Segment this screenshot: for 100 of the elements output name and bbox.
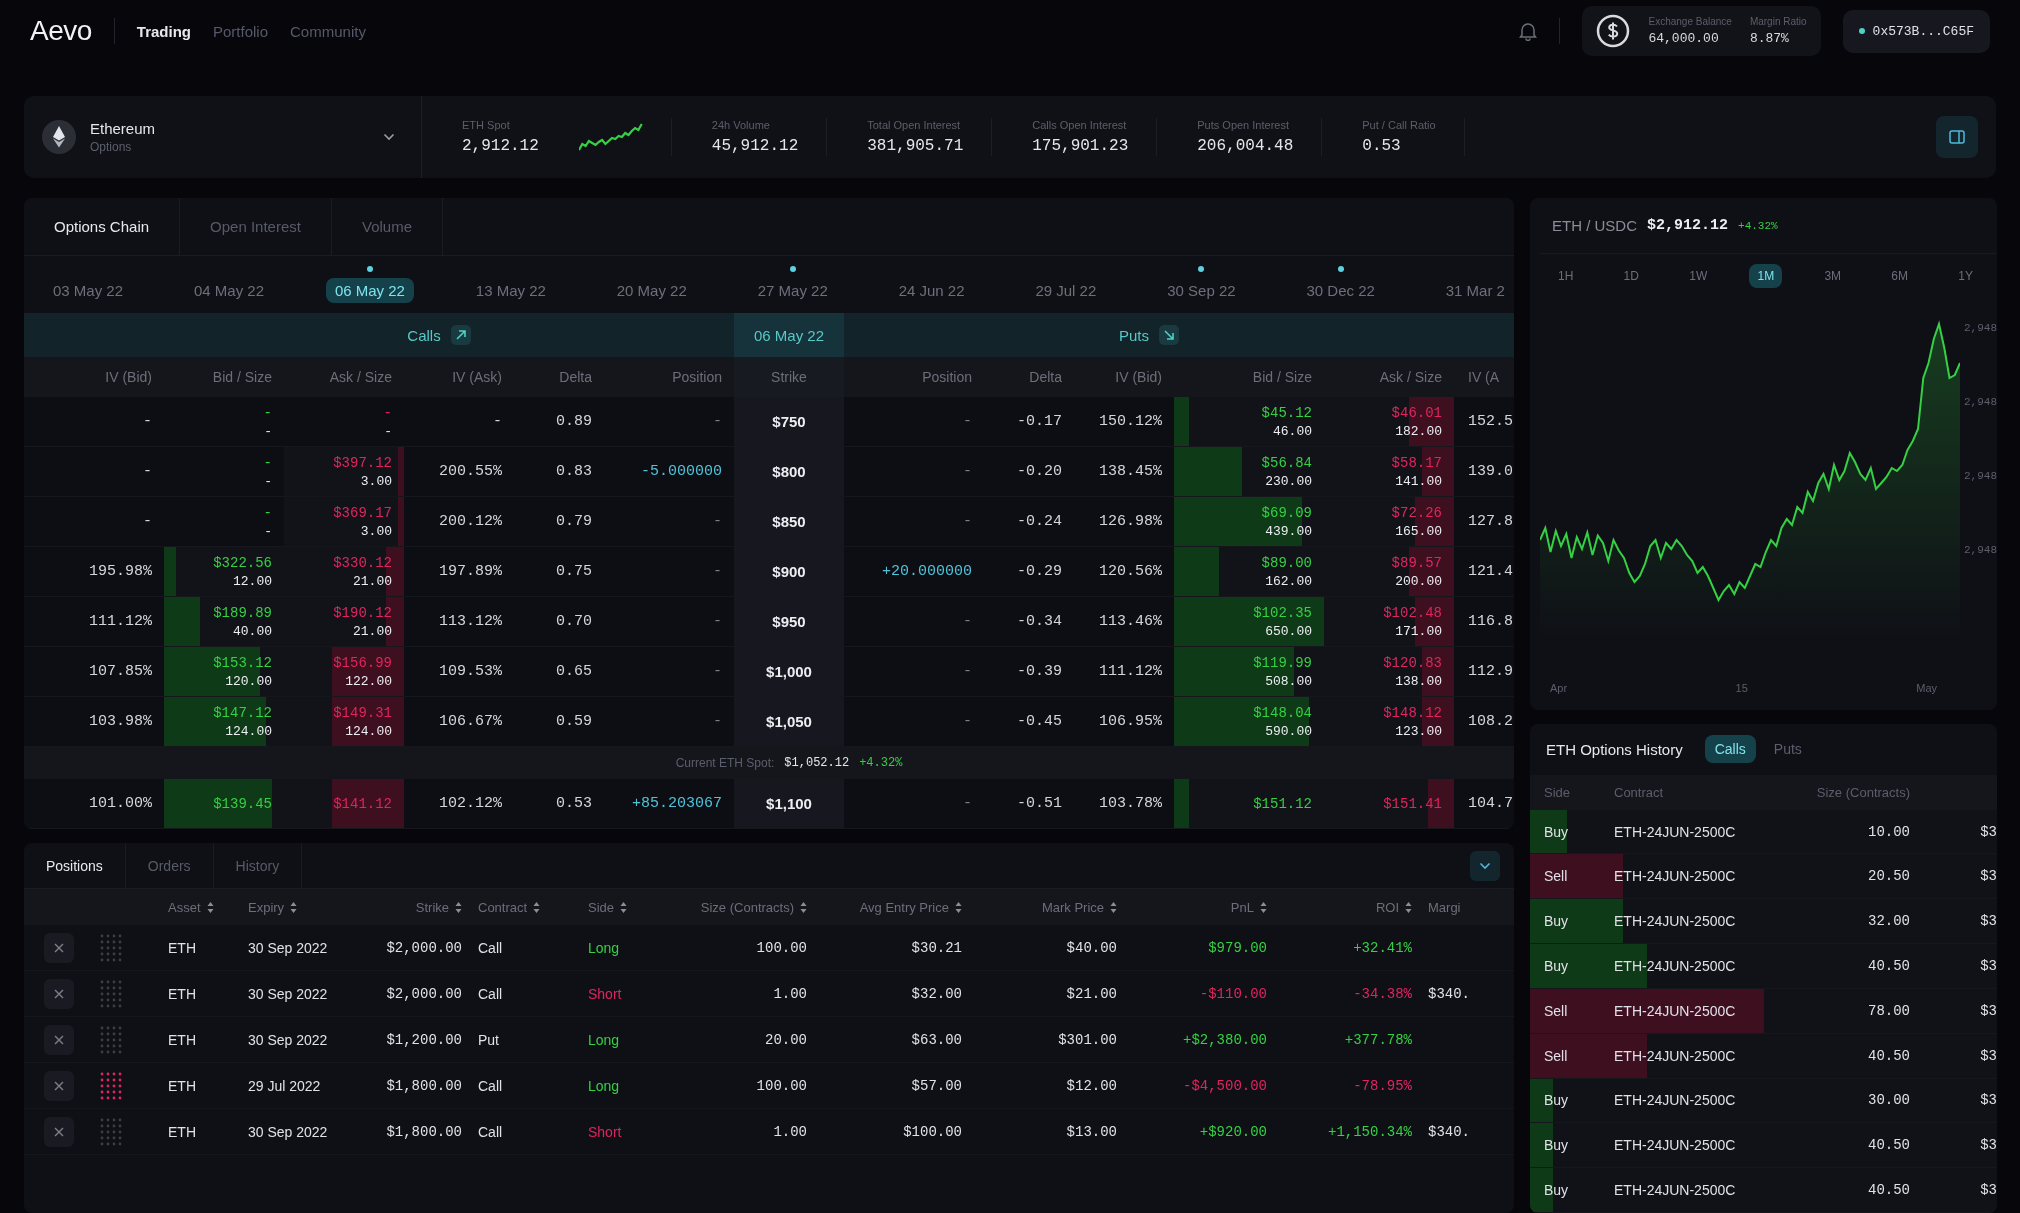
table-cell-text: ETH [167, 985, 197, 1002]
quote-size: 3.00 [360, 473, 392, 489]
expiry-tab[interactable]: 29 Jul 22 [1026, 278, 1106, 303]
column-header[interactable]: Strike [355, 899, 470, 915]
expiry-tab[interactable]: 30 Dec 22 [1297, 278, 1384, 303]
column-header[interactable]: ROI [1275, 899, 1420, 915]
market-selector[interactable]: Ethereum Options [42, 96, 422, 178]
axis-label: 15 [1735, 682, 1748, 694]
tab[interactable]: Calls [1704, 735, 1756, 764]
table-cell-text: 100.00 [755, 1077, 808, 1094]
nav-link[interactable]: Trading [136, 22, 191, 40]
tab[interactable]: Options Chain [24, 198, 181, 255]
panel-toggle-button[interactable] [1936, 116, 1978, 158]
quote-size: 122.00 [345, 673, 392, 689]
balance-label: Exchange Balance [1648, 16, 1732, 27]
table-cell-text: 102.12% [438, 794, 503, 814]
roi-cell-text: -78.95% [1352, 1077, 1413, 1094]
sort-icon[interactable] [800, 901, 807, 913]
range-tab[interactable]: 6M [1883, 264, 1917, 288]
range-tab[interactable]: 3M [1816, 264, 1850, 288]
column-header: Margi [1427, 899, 1462, 915]
bell-icon[interactable] [1519, 21, 1538, 41]
column-header[interactable]: Side [580, 899, 660, 915]
sort-icon[interactable] [455, 901, 462, 913]
sort-icon[interactable] [1405, 901, 1412, 913]
side-cell-text: Long [587, 1077, 621, 1094]
tab[interactable]: History [213, 843, 303, 888]
expiry-tab[interactable]: 04 May 22 [184, 278, 273, 303]
table-cell-text: 0.59 [555, 712, 593, 732]
range-tab[interactable]: 1H [1550, 264, 1582, 288]
price-change: +4.32% [1738, 219, 1778, 232]
expiry-tab[interactable]: 03 May 22 [44, 278, 133, 303]
contract-cell-text: ETH-24JUN-2500C [1613, 913, 1737, 930]
tab[interactable]: Orders [125, 843, 214, 888]
collapse-button[interactable] [1470, 850, 1500, 881]
side-cell-text: Sell [1543, 868, 1569, 885]
table-cell-text: $40.00 [1065, 939, 1118, 956]
column-header[interactable]: Expiry [240, 899, 355, 915]
range-tab[interactable]: 1M [1749, 264, 1783, 288]
quote-price: $147.12 [213, 704, 272, 721]
stat-label: ETH Spot [462, 119, 511, 131]
column-header[interactable]: Contract [470, 899, 580, 915]
close-icon [54, 1080, 64, 1091]
contract-cell-text: ETH-24JUN-2500C [1613, 1182, 1737, 1199]
quote-price: $369.17 [333, 504, 392, 521]
quote-size: 182.00 [1395, 423, 1442, 439]
tab[interactable]: Puts [1763, 735, 1812, 764]
column-header[interactable]: Size (Contracts) [660, 899, 815, 915]
column-header[interactable]: Mark Price [970, 899, 1125, 915]
nav-link[interactable]: Portfolio [213, 22, 269, 40]
close-icon [54, 1126, 64, 1137]
sort-icon[interactable] [533, 901, 541, 913]
wallet-address-button[interactable]: 0x573B...C65F [1842, 9, 1990, 53]
expiry-tab[interactable]: 06 May 22 [325, 278, 414, 303]
table-cell-text: $1,800.00 [385, 1077, 463, 1094]
range-tab[interactable]: 1D [1615, 264, 1647, 288]
position-cell-text: - [962, 794, 973, 814]
pair-label: ETH / USDC [1552, 217, 1637, 234]
column-header: Position [921, 368, 973, 387]
quote-price: $102.48 [1383, 604, 1442, 621]
quote-price: $69.09 [1261, 504, 1312, 521]
table-cell-text: 103.98% [88, 712, 153, 732]
pnl-cell-text: $979.00 [1207, 939, 1268, 956]
expiry-tab[interactable]: 27 May 22 [748, 278, 837, 303]
column-header[interactable]: PnL [1125, 899, 1275, 915]
sort-icon[interactable] [290, 901, 298, 913]
sort-icon[interactable] [955, 901, 962, 913]
range-tab[interactable]: 1Y [1950, 264, 1981, 288]
quote-size: 200.00 [1395, 573, 1442, 589]
expiry-tab[interactable]: 30 Sep 22 [1158, 278, 1245, 303]
ethereum-icon [42, 120, 76, 154]
sort-icon[interactable] [206, 901, 214, 913]
range-tab[interactable]: 1W [1681, 264, 1716, 288]
expiry-tab[interactable]: 13 May 22 [466, 278, 555, 303]
expiry-tab[interactable]: 24 Jun 22 [889, 278, 974, 303]
axis-label: Apr [1550, 682, 1568, 694]
tab[interactable]: Open Interest [180, 198, 332, 255]
table-cell-text: 0.89 [555, 412, 593, 432]
table-cell-text: 139.0 [1467, 462, 1514, 482]
table-cell-text: -0.34 [1016, 612, 1063, 632]
table-cell-text: 20.00 [764, 1031, 808, 1048]
expiry-tab[interactable]: 31 Mar 2 [1436, 278, 1514, 303]
nav-link[interactable]: Community [290, 22, 366, 40]
stat-value: 2,912.12 [462, 137, 539, 155]
expiry-tab[interactable]: 20 May 22 [607, 278, 696, 303]
column-header[interactable]: Avg Entry Price [815, 899, 970, 915]
caret-icon [383, 133, 395, 141]
sort-icon[interactable] [620, 901, 628, 913]
tab[interactable]: Positions [24, 843, 126, 888]
sort-icon[interactable] [1260, 901, 1267, 913]
contract-cell-text: ETH-24JUN-2500C [1613, 1002, 1737, 1019]
column-header[interactable]: Asset [160, 899, 240, 915]
quote-size: 165.00 [1395, 523, 1442, 539]
roi-cell-text: +377.78% [1343, 1031, 1413, 1048]
logo[interactable]: Aevo [30, 15, 92, 47]
tab[interactable]: Volume [331, 198, 443, 255]
table-cell-text: $3 [1979, 1137, 1997, 1154]
table-cell-text: 106.95% [1098, 712, 1163, 732]
quote-price: $120.83 [1383, 654, 1442, 671]
sort-icon[interactable] [1110, 901, 1117, 913]
